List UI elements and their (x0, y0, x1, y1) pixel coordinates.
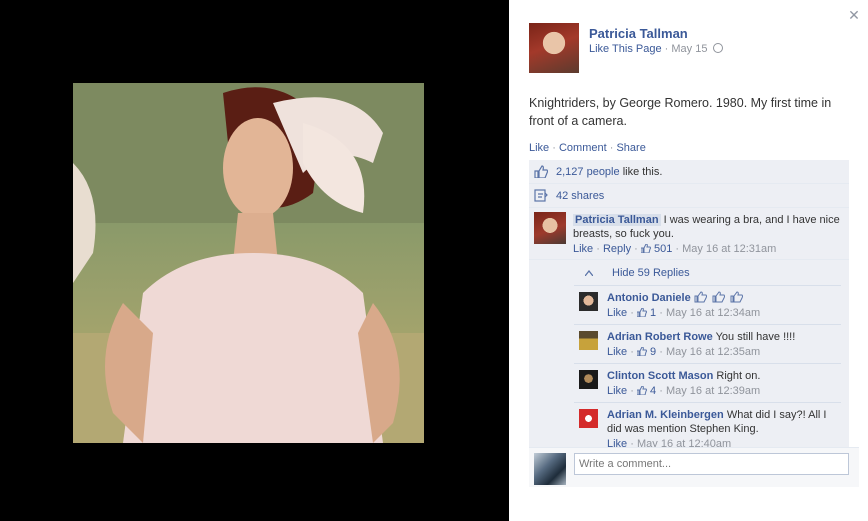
separator-dot: · (630, 307, 637, 319)
separator-dot: · (634, 243, 641, 255)
reply-item: Antonio Daniele Like · 1 · May 16 at 12:… (574, 286, 841, 325)
reply-time[interactable]: May 16 at 12:35am (666, 346, 760, 358)
reply-body: Antonio Daniele (607, 291, 841, 305)
reply-like-link[interactable]: Like (607, 346, 627, 358)
comment-main: Patricia Tallman I was wearing a bra, an… (529, 208, 849, 260)
author-meta: Like This Page · May 15 (589, 43, 723, 55)
feedback-box: 2,127 people like this. 42 shares Patric… (529, 160, 849, 456)
comment-reply-link[interactable]: Reply (603, 243, 631, 255)
avatar[interactable] (534, 453, 566, 485)
reply-text: You still have !!!! (715, 331, 796, 343)
comment-composer (529, 447, 859, 487)
commenter-name[interactable]: Adrian M. Kleinbergen (607, 409, 724, 421)
reply-body: Adrian Robert Rowe You still have !!!! (607, 330, 841, 344)
reply-like-count[interactable]: 9 (650, 346, 656, 358)
separator-dot: · (596, 243, 603, 255)
thumbs-up-icon (534, 165, 548, 178)
thumbs-up-icon (636, 347, 647, 356)
comment-like-link[interactable]: Like (573, 243, 593, 255)
shares-row: 42 shares (529, 184, 849, 208)
comment-item: Patricia Tallman I was wearing a bra, an… (529, 208, 849, 456)
reply-body: Adrian M. Kleinbergen What did I say?! A… (607, 408, 841, 436)
author-avatar[interactable] (529, 23, 579, 73)
caret-up-icon (585, 269, 593, 276)
comment-meta: Like · Reply · 501 · May 16 at 12:31am (573, 243, 844, 255)
post-date[interactable]: May 15 (671, 43, 707, 55)
reply-time[interactable]: May 16 at 12:39am (666, 385, 760, 397)
reply-body: Clinton Scott Mason Right on. (607, 369, 841, 383)
comment-body: Patricia Tallman I was wearing a bra, an… (573, 213, 844, 241)
likes-count[interactable]: 2,127 people (556, 166, 620, 178)
reply-meta: Like · 9 · May 16 at 12:35am (607, 346, 841, 358)
replies-toggle-label[interactable]: Hide 59 Replies (612, 267, 690, 279)
avatar[interactable] (579, 292, 598, 311)
reply-meta: Like · 1 · May 16 at 12:34am (607, 307, 841, 319)
avatar[interactable] (579, 409, 598, 428)
share-icon (534, 189, 548, 202)
commenter-name[interactable]: Patricia Tallman (573, 214, 661, 226)
post-panel: ✕ Patricia Tallman Like This Page · May … (509, 0, 868, 521)
comment-input[interactable] (574, 453, 849, 475)
thumbs-up-icon (636, 308, 647, 317)
likes-suffix: like this. (622, 165, 663, 178)
thumbs-up-icon (640, 244, 651, 253)
post-actions: Like · Comment · Share (529, 142, 646, 154)
share-link[interactable]: Share (616, 142, 645, 154)
like-link[interactable]: Like (529, 142, 549, 154)
separator-dot: · (659, 385, 666, 397)
avatar[interactable] (579, 370, 598, 389)
separator-dot: · (630, 346, 637, 358)
avatar[interactable] (534, 212, 566, 244)
avatar[interactable] (579, 331, 598, 350)
commenter-name[interactable]: Clinton Scott Mason (607, 370, 713, 382)
thumbs-up-icon (694, 291, 743, 303)
comment-time[interactable]: May 16 at 12:31am (682, 243, 776, 255)
reply-like-count[interactable]: 4 (650, 385, 656, 397)
reply-time[interactable]: May 16 at 12:34am (666, 307, 760, 319)
comment-like-count[interactable]: 501 (654, 243, 672, 255)
shares-count[interactable]: 42 shares (556, 190, 604, 202)
reply-item: Clinton Scott Mason Right on. Like · 4 ·… (574, 364, 841, 403)
separator-dot: · (659, 346, 666, 358)
commenter-name[interactable]: Antonio Daniele (607, 292, 691, 304)
reply-like-link[interactable]: Like (607, 307, 627, 319)
photo-illustration (73, 83, 424, 443)
close-icon[interactable]: ✕ (848, 8, 860, 22)
globe-icon (712, 43, 723, 53)
comment-link[interactable]: Comment (559, 142, 607, 154)
post-photo[interactable] (73, 83, 424, 443)
reply-like-count[interactable]: 1 (650, 307, 656, 319)
separator-dot: · (630, 385, 637, 397)
author-name[interactable]: Patricia Tallman (589, 26, 688, 41)
photo-stage (0, 0, 509, 521)
thumbs-up-icon (636, 386, 647, 395)
replies-toggle[interactable]: Hide 59 Replies (574, 260, 841, 286)
post-caption: Knightriders, by George Romero. 1980. My… (529, 96, 832, 128)
reply-like-link[interactable]: Like (607, 385, 627, 397)
commenter-name[interactable]: Adrian Robert Rowe (607, 331, 713, 343)
reply-item: Adrian Robert Rowe You still have !!!! L… (574, 325, 841, 364)
likes-row: 2,127 people like this. (529, 160, 849, 184)
replies-list: Hide 59 Replies Antonio Daniele Like · 1… (574, 260, 841, 456)
like-page-link[interactable]: Like This Page (589, 43, 662, 55)
reply-text: Right on. (716, 370, 761, 382)
separator-dot: · (552, 142, 559, 154)
reply-meta: Like · 4 · May 16 at 12:39am (607, 385, 841, 397)
separator-dot: · (659, 307, 666, 319)
